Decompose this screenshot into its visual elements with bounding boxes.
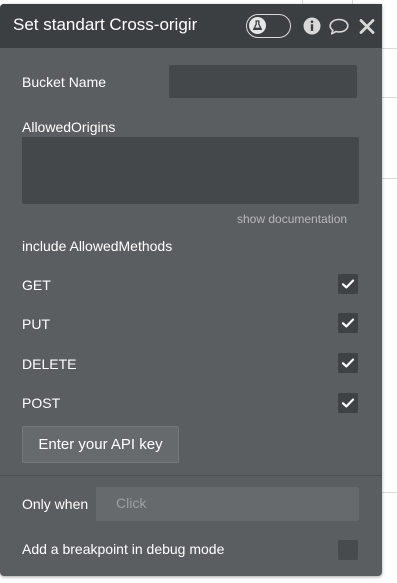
method-delete-checkbox[interactable] [338,353,358,373]
method-put-checkbox[interactable] [338,313,358,333]
allowed-origins-textarea[interactable] [22,137,359,204]
background-page [382,0,397,583]
checkmark-icon [341,318,355,328]
background-divider [382,178,397,179]
bucket-name-input[interactable] [169,65,357,98]
only-when-label: Only when [22,496,89,512]
comment-icon[interactable] [328,16,350,36]
flask-icon [249,17,266,34]
bucket-name-label: Bucket Name [22,74,107,90]
method-post-checkbox[interactable] [338,393,358,413]
debug-toggle[interactable] [246,14,291,38]
checkmark-icon [341,358,355,368]
breakpoint-label: Add a breakpoint in debug mode [22,541,225,557]
panel-header: Set standart Cross-origir [0,4,382,48]
breakpoint-checkbox[interactable] [338,540,358,560]
method-post-label: POST [22,395,61,411]
method-delete-label: DELETE [22,356,77,372]
panel-title: Set standart Cross-origir [13,15,198,34]
method-put-label: PUT [22,316,50,332]
method-get-label: GET [22,277,51,293]
only-when-condition-input[interactable]: Click [96,487,359,521]
checkmark-icon [341,279,355,289]
include-allowed-methods-label: include AllowedMethods [22,238,173,254]
background-divider [382,492,397,493]
background-divider [382,48,397,49]
background-divider [382,97,397,98]
allowed-origins-label: AllowedOrigins [22,119,116,135]
enter-api-key-button[interactable]: Enter your API key [22,426,179,463]
section-divider [0,475,382,476]
only-when-placeholder: Click [116,495,147,511]
close-icon[interactable] [358,16,376,36]
checkmark-icon [341,398,355,408]
show-documentation-link[interactable]: show documentation [237,212,347,226]
action-properties-panel: Set standart Cross-origir Bucket Name Al… [0,4,382,576]
info-icon[interactable] [302,16,322,36]
method-get-checkbox[interactable] [338,274,358,294]
